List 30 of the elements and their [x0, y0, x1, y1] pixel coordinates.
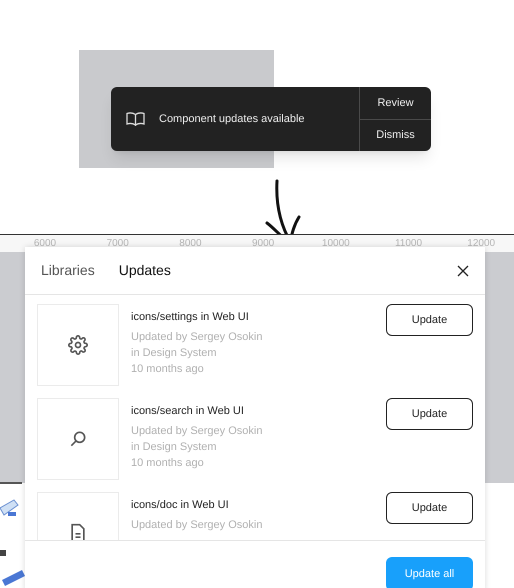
toast-message: Component updates available	[159, 112, 305, 127]
ruler-label: 7000	[106, 237, 129, 251]
search-icon	[68, 429, 88, 449]
close-icon[interactable]	[457, 264, 469, 276]
ruler-label: 6000	[34, 237, 56, 251]
update-detail: Updated by Sergey Osokin	[131, 330, 264, 345]
update-button[interactable]: Update	[386, 492, 473, 524]
update-detail: Updated by Sergey Osokin	[131, 424, 264, 439]
panel-tab[interactable]: Libraries	[41, 260, 95, 281]
toast-action-button[interactable]: Review	[360, 87, 431, 118]
ruler-label: 12000	[467, 237, 496, 251]
component-title: icons/search in Web UI	[131, 404, 245, 419]
ruler-label: 11000	[394, 237, 422, 251]
component-title: icons/settings in Web UI	[131, 310, 250, 325]
gear-icon	[68, 335, 88, 355]
update-detail: in Design System	[131, 346, 218, 361]
book-icon	[126, 112, 145, 126]
component-title: icons/doc in Web UI	[131, 498, 230, 513]
update-detail: 10 months ago	[131, 362, 205, 377]
toast-action-button[interactable]: Dismiss	[360, 118, 431, 151]
ruler-label: 8000	[179, 237, 202, 251]
update-detail: in Design System	[131, 440, 218, 455]
update-button[interactable]: Update	[386, 304, 473, 336]
panel-tab[interactable]: Updates	[118, 260, 171, 281]
update-detail: Updated by Sergey Osokin	[131, 518, 264, 533]
update-detail: 10 months ago	[131, 456, 205, 471]
ruler-label: 9000	[252, 237, 274, 251]
update-button[interactable]: Update	[386, 398, 473, 430]
ruler-label: 10000	[322, 237, 350, 251]
document-icon	[69, 523, 87, 540]
